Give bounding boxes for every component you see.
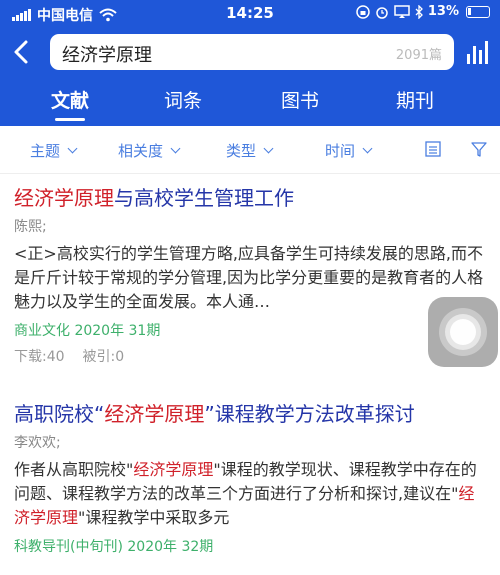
- result-downloads: 下载:40: [14, 349, 65, 365]
- back-chevron-icon[interactable]: [10, 36, 34, 68]
- result-abstract: <正>高校实行的学生管理方略,应具备学生可持续发展的思路,而不是斤斤计较于常规的…: [14, 244, 484, 311]
- result-title[interactable]: 经济学原理与高校学生管理工作: [14, 184, 486, 212]
- result-citations: 被引:0: [82, 349, 125, 365]
- tab-entries[interactable]: 词条: [138, 86, 228, 113]
- orientation-lock-icon: [356, 4, 370, 19]
- filter-relevance-label: 相关度: [118, 142, 164, 160]
- chevron-down-icon: [170, 143, 181, 154]
- result-title-text: ”课程教学方法改革探讨: [204, 402, 415, 426]
- abstract-text: "课程教学中采取多元: [78, 508, 230, 527]
- result-title[interactable]: 高职院校“经济学原理”课程教学方法改革探讨: [14, 400, 486, 428]
- result-title-text: 与高校学生管理工作: [114, 186, 294, 210]
- funnel-filter-icon[interactable]: [470, 140, 488, 158]
- filter-time-label: 时间: [325, 142, 356, 160]
- result-item[interactable]: 经济学原理与高校学生管理工作 陈熙; <正>高校实行的学生管理方略,应具备学生可…: [14, 184, 486, 366]
- alarm-icon: [376, 6, 388, 19]
- active-tab-indicator: [55, 118, 85, 121]
- abstract-highlight: 经济学原理: [133, 460, 214, 479]
- list-view-icon[interactable]: [424, 140, 442, 158]
- search-input[interactable]: 经济学原理 2091篇: [50, 34, 454, 70]
- tab-journals[interactable]: 期刊: [370, 86, 460, 113]
- result-authors: 陈熙;: [14, 219, 47, 235]
- filter-bar: 主题 相关度 类型 时间: [0, 126, 500, 174]
- filter-type-label: 类型: [226, 142, 257, 160]
- battery-icon: [466, 5, 490, 18]
- result-item[interactable]: 高职院校“经济学原理”课程教学方法改革探讨 李欢欢; 作者从高职院校"经济学原理…: [14, 400, 486, 556]
- search-nav-row: 经济学原理 2091篇: [0, 32, 500, 72]
- filter-topic[interactable]: 主题: [30, 140, 78, 161]
- category-tabs: 文献 词条 图书 期刊: [0, 86, 500, 126]
- battery-percent: 13%: [427, 4, 459, 19]
- status-bar: 中国电信 14:25 13%: [0, 0, 500, 28]
- result-source[interactable]: 科教导刊(中旬刊) 2020年 32期: [14, 538, 486, 556]
- tab-books[interactable]: 图书: [255, 86, 345, 113]
- bluetooth-icon: [415, 4, 423, 19]
- assistive-ring-inner: [450, 319, 476, 345]
- chevron-down-icon: [362, 143, 373, 154]
- abstract-text: 作者从高职院校": [14, 460, 134, 479]
- chevron-down-icon: [67, 143, 78, 154]
- result-source[interactable]: 商业文化 2020年 31期: [14, 322, 486, 340]
- filter-topic-label: 主题: [30, 142, 61, 160]
- result-abstract: 作者从高职院校"经济学原理"课程的教学现状、课程教学中存在的问题、课程教学方法的…: [14, 458, 486, 530]
- result-title-highlight: 经济学原理: [14, 186, 114, 210]
- assistive-touch-button[interactable]: [428, 297, 498, 367]
- result-title-text: 高职院校“: [14, 402, 105, 426]
- chevron-down-icon: [263, 143, 274, 154]
- bar-chart-icon[interactable]: [464, 38, 490, 66]
- filter-type[interactable]: 类型: [226, 140, 274, 161]
- result-stats: 下载:40 被引:0: [14, 348, 486, 366]
- tab-literature[interactable]: 文献: [25, 86, 115, 113]
- result-authors: 李欢欢;: [14, 435, 61, 451]
- search-query-text: 经济学原理: [62, 45, 152, 66]
- result-title-highlight: 经济学原理: [104, 402, 205, 426]
- result-count: 2091篇: [395, 48, 442, 63]
- filter-relevance[interactable]: 相关度: [118, 140, 181, 161]
- header: 中国电信 14:25 13% 经济学原理 2091篇 文献 词条 图书 期刊: [0, 0, 500, 126]
- filter-time[interactable]: 时间: [325, 140, 373, 161]
- screen-mirroring-icon: [394, 4, 410, 18]
